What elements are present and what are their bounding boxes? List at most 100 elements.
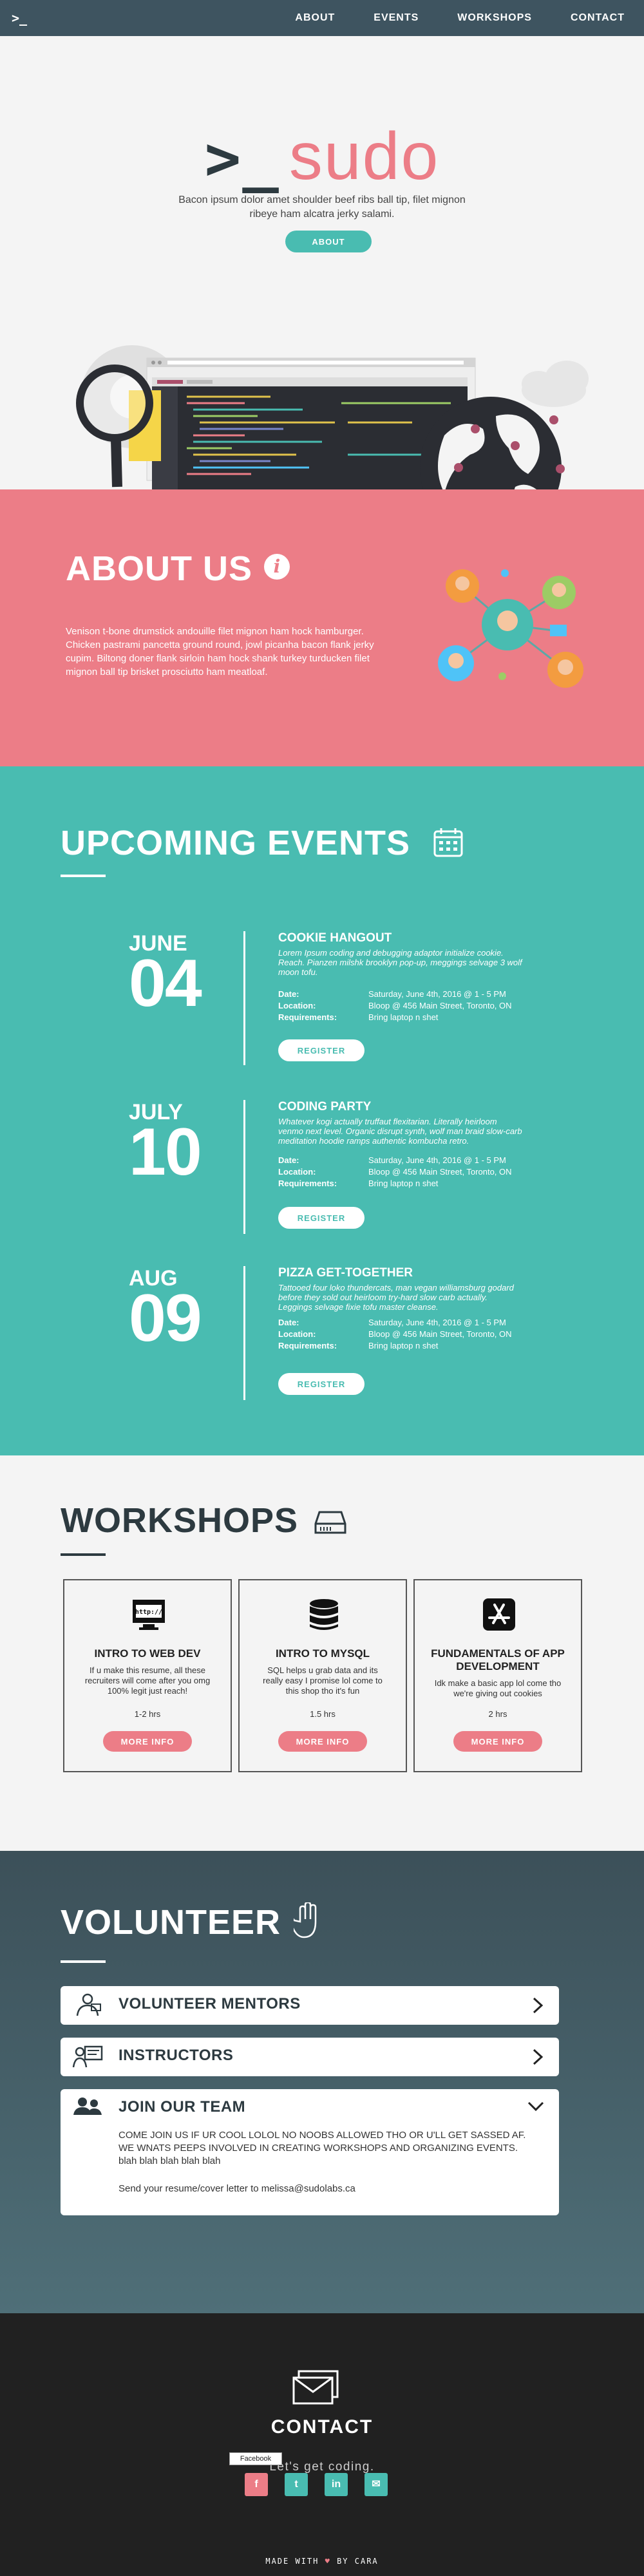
- event-location: Bloop @ 456 Main Street, Toronto, ON: [368, 1001, 512, 1010]
- workshop-title: INTRO TO MYSQL: [275, 1647, 370, 1660]
- top-nav: >_ ABOUT EVENTS WORKSHOPS CONTACT: [0, 0, 644, 36]
- browser-http-icon: http://: [133, 1600, 165, 1630]
- event-requirements: Bring laptop n shet: [368, 1179, 439, 1188]
- mail-icon: [550, 625, 567, 636]
- email-icon[interactable]: ✉: [365, 2473, 388, 2496]
- accordion-contact-line: Send your resume/cover letter to melissa…: [118, 2183, 355, 2194]
- workshop-title: INTRO TO WEB DEV: [94, 1647, 201, 1660]
- accordion-body: COME JOIN US IF UR COOL LOLOL NO NOOBS A…: [118, 2130, 526, 2166]
- event-day: 09: [129, 1281, 202, 1356]
- workshop-description: If u make this resume, all these recruit…: [84, 1665, 211, 1696]
- more-info-button[interactable]: MORE INFO: [103, 1731, 192, 1752]
- workshop-title: FUNDAMENTALS OF APP DEVELOPMENT: [431, 1647, 565, 1672]
- workshop-card: http:// INTRO TO WEB DEV If u make this …: [63, 1579, 232, 1772]
- event-title: COOKIE HANGOUT: [278, 931, 392, 945]
- section-rule: [61, 1960, 106, 1963]
- magnifying-glass-icon: [76, 365, 153, 488]
- accordion-instructors[interactable]: INSTRUCTORS: [61, 2038, 559, 2076]
- workshop-duration: 1.5 hrs: [310, 1709, 336, 1719]
- event-item: JULY 10 CODING PARTY Whatever kogi actua…: [129, 1100, 528, 1248]
- workshops-title: WORKSHOPS: [61, 1501, 299, 1540]
- event-location: Bloop @ 456 Main Street, Toronto, ON: [368, 1329, 512, 1339]
- event-item: AUG 09 PIZZA GET-TOGETHER Tattooed four …: [129, 1266, 528, 1414]
- events-section: UPCOMING EVENTS JUNE 04 COOKIE HANGOUT L…: [0, 766, 644, 1455]
- contact-title: CONTACT: [270, 2416, 374, 2438]
- footer-contact-section: CONTACT Let's get coding. Facebook f t i…: [0, 2313, 644, 2576]
- facebook-tooltip: Facebook: [229, 2452, 282, 2465]
- hard-drive-icon: [314, 1511, 346, 1534]
- team-icon: [73, 2098, 102, 2115]
- chevron-right-icon: [533, 2049, 544, 2065]
- workshop-duration: 2 hrs: [488, 1709, 507, 1719]
- register-button[interactable]: REGISTER: [278, 1039, 365, 1061]
- about-title: ABOUT US: [66, 549, 252, 588]
- calendar-icon: [433, 828, 463, 857]
- event-divider: [243, 1100, 245, 1234]
- nav-item-contact[interactable]: CONTACT: [571, 12, 625, 24]
- accordion-join-our-team[interactable]: JOIN OUR TEAM COME JOIN US IF UR COOL LO…: [61, 2089, 559, 2215]
- linkedin-icon[interactable]: in: [325, 2473, 348, 2496]
- nav-item-workshops[interactable]: WORKSHOPS: [457, 12, 532, 24]
- team-network-illustration: [438, 569, 583, 688]
- made-with-credit: MADE WITH ♥ BY CARA: [0, 2557, 644, 2566]
- facebook-icon[interactable]: f: [245, 2473, 268, 2496]
- workshop-card: INTRO TO MYSQL SQL helps u grab data and…: [238, 1579, 407, 1772]
- event-divider: [243, 931, 245, 1065]
- contact-subtitle: Let's get coding.: [269, 2460, 375, 2474]
- nav-item-events[interactable]: EVENTS: [374, 12, 419, 24]
- section-rule: [61, 1553, 106, 1556]
- more-info-button[interactable]: MORE INFO: [453, 1731, 542, 1752]
- nav-item-about[interactable]: ABOUT: [295, 12, 335, 24]
- event-day: 04: [129, 946, 202, 1021]
- volunteer-title: VOLUNTEER: [61, 1903, 281, 1942]
- event-title: CODING PARTY: [278, 1100, 372, 1113]
- contact-card-icon: [292, 2370, 339, 2405]
- browser-http-text: http://: [135, 1609, 162, 1616]
- accordion-label: JOIN OUR TEAM: [118, 2098, 246, 2116]
- about-section: ABOUT US i Venison t-bone drumstick ando…: [0, 489, 644, 766]
- register-button[interactable]: REGISTER: [278, 1373, 365, 1395]
- event-location: Bloop @ 456 Main Street, Toronto, ON: [368, 1167, 512, 1177]
- chevron-down-icon: [527, 2101, 544, 2112]
- heart-icon: ♥: [325, 2557, 331, 2566]
- more-info-button[interactable]: MORE INFO: [278, 1731, 367, 1752]
- register-button[interactable]: REGISTER: [278, 1207, 365, 1229]
- event-requirements-label: Requirements:: [278, 1341, 337, 1350]
- event-details: Date: Saturday, June 4th, 2016 @ 1 - 5 PM…: [278, 1318, 523, 1352]
- twitter-icon[interactable]: t: [285, 2473, 308, 2496]
- cloud-icon: [522, 361, 589, 407]
- brand-prompt: >_: [204, 124, 280, 194]
- brand-title: >_ sudo: [0, 118, 644, 195]
- workshops-section: WORKSHOPS http:// INTRO TO WEB DEV If u …: [0, 1455, 644, 1851]
- made-prefix: MADE WITH: [265, 2557, 319, 2566]
- hero-section: >_ sudo Bacon ipsum dolor amet shoulder b…: [0, 36, 644, 489]
- hero-illustration: [76, 345, 589, 489]
- nav-menu: ABOUT EVENTS WORKSHOPS CONTACT: [295, 0, 625, 36]
- event-item: JUNE 04 COOKIE HANGOUT Lorem Ipsum codin…: [129, 931, 528, 1079]
- event-description: Tattooed four loko thundercats, man vega…: [278, 1283, 514, 1312]
- app-store-icon: [483, 1598, 515, 1631]
- accordion-volunteer-mentors[interactable]: VOLUNTEER MENTORS: [61, 1986, 559, 2025]
- event-date: Saturday, June 4th, 2016 @ 1 - 5 PM: [368, 1155, 506, 1165]
- event-requirements: Bring laptop n shet: [368, 1012, 439, 1022]
- workshop-duration: 1-2 hrs: [134, 1709, 161, 1719]
- workshop-description: Idk make a basic app lol come tho we're …: [434, 1678, 562, 1698]
- about-button[interactable]: ABOUT: [285, 231, 372, 252]
- section-rule: [61, 875, 106, 877]
- instructor-icon: [72, 2045, 103, 2068]
- accordion-label: INSTRUCTORS: [118, 2047, 234, 2064]
- event-divider: [243, 1266, 245, 1400]
- event-location-label: Location:: [278, 1001, 316, 1010]
- made-suffix: BY CARA: [337, 2557, 379, 2566]
- event-title: PIZZA GET-TOGETHER: [278, 1266, 413, 1280]
- workshop-description: SQL helps u grab data and its really eas…: [263, 1665, 383, 1696]
- event-description: Whatever kogi actually truffaut flexitar…: [278, 1117, 522, 1146]
- event-date: Saturday, June 4th, 2016 @ 1 - 5 PM: [368, 989, 506, 999]
- event-description: Lorem Ipsum coding and debugging adaptor…: [278, 948, 522, 977]
- database-icon: [310, 1599, 338, 1630]
- volunteer-section: VOLUNTEER VOLUNTEER MENTORS INSTRUCTORS: [0, 1851, 644, 2313]
- event-date-label: Date:: [278, 989, 299, 999]
- about-text: Venison t-bone drumstick andouille filet…: [66, 626, 374, 677]
- nav-logo[interactable]: >_: [12, 10, 27, 26]
- event-day: 10: [129, 1115, 202, 1189]
